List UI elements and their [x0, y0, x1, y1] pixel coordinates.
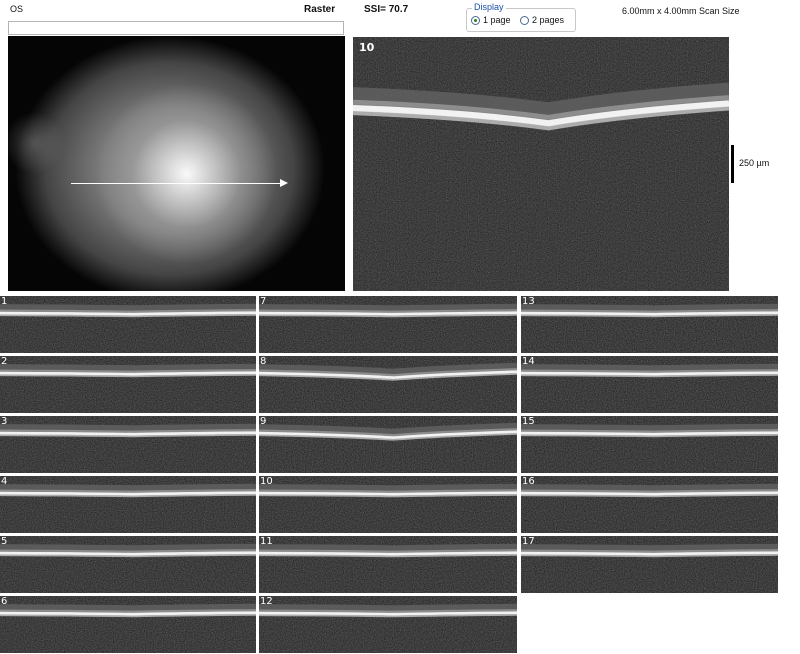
bscan-thumbnail-number: 15 — [522, 416, 535, 427]
bscan-thumbnail[interactable]: 2 — [0, 356, 256, 413]
oct-layers-graphic — [259, 536, 517, 593]
oct-layers-graphic — [521, 356, 778, 413]
bscan-thumbnail[interactable]: 13 — [521, 296, 778, 353]
bscan-thumbnail-number: 4 — [1, 476, 7, 487]
oct-layers-graphic — [0, 416, 256, 473]
bscan-thumbnail-number: 5 — [1, 536, 7, 547]
radio-selected-icon[interactable] — [471, 16, 480, 25]
bscan-thumbnail-number: 10 — [260, 476, 273, 487]
radio-1-page-label: 1 page — [483, 15, 511, 25]
bscan-thumbnail[interactable]: 16 — [521, 476, 778, 533]
scale-label: 250 µm — [739, 158, 769, 168]
scan-direction-arrow-icon — [280, 179, 288, 187]
oct-layers-graphic — [259, 596, 517, 653]
oct-layers-graphic — [521, 296, 778, 353]
bscan-thumbnail-number: 7 — [260, 296, 266, 307]
bscan-thumbnail[interactable]: 9 — [259, 416, 517, 473]
bscan-thumbnail-number: 9 — [260, 416, 266, 427]
oct-layers-graphic — [259, 476, 517, 533]
bscan-thumbnail[interactable]: 17 — [521, 536, 778, 593]
bscan-thumbnail[interactable]: 15 — [521, 416, 778, 473]
oct-layers-graphic — [0, 476, 256, 533]
oct-layers-graphic — [521, 536, 778, 593]
scan-size-label: 6.00mm x 4.00mm Scan Size — [622, 6, 740, 16]
oct-layers-graphic — [521, 416, 778, 473]
oct-layers-graphic — [521, 476, 778, 533]
bscan-thumbnail-number: 2 — [1, 356, 7, 367]
radio-2-pages-label: 2 pages — [532, 15, 564, 25]
bscan-thumbnail[interactable]: 4 — [0, 476, 256, 533]
bscan-thumbnail-number: 16 — [522, 476, 535, 487]
display-options-group: Display 1 page 2 pages — [466, 8, 576, 32]
bscan-thumbnail-number: 17 — [522, 536, 535, 547]
display-legend: Display — [472, 2, 506, 12]
oct-layers-graphic — [0, 596, 256, 653]
bscan-thumbnail-number: 1 — [1, 296, 7, 307]
bscan-thumbnail[interactable]: 11 — [259, 536, 517, 593]
eye-label: OS — [10, 4, 23, 14]
oct-layers-graphic — [0, 536, 256, 593]
radio-1-page[interactable]: 1 page — [471, 15, 511, 25]
oct-layers-graphic — [353, 37, 729, 291]
bscan-number: 10 — [359, 41, 374, 54]
bscan-thumbnail-number: 11 — [260, 536, 273, 547]
bscan-thumbnail[interactable]: 5 — [0, 536, 256, 593]
bscan-thumbnail-number: 12 — [260, 596, 273, 607]
bscan-thumbnail-number: 8 — [260, 356, 266, 367]
oct-layers-graphic — [259, 356, 517, 413]
oct-layers-graphic — [0, 356, 256, 413]
comment-field[interactable] — [8, 21, 344, 35]
scale-bar — [731, 145, 734, 183]
bscan-thumbnail[interactable]: 10 — [259, 476, 517, 533]
radio-2-pages[interactable]: 2 pages — [520, 15, 564, 25]
bscan-thumbnail[interactable]: 1 — [0, 296, 256, 353]
bscan-thumbnail[interactable]: 6 — [0, 596, 256, 653]
bscan-thumbnail-number: 3 — [1, 416, 7, 427]
bscan-thumbnail[interactable]: 3 — [0, 416, 256, 473]
main-bscan-image[interactable]: 10 — [353, 37, 729, 291]
oct-layers-graphic — [259, 296, 517, 353]
scan-line-indicator — [71, 183, 281, 184]
radio-unselected-icon[interactable] — [520, 16, 529, 25]
bscan-thumbnail[interactable]: 12 — [259, 596, 517, 653]
bscan-thumbnail[interactable]: 8 — [259, 356, 517, 413]
bscan-thumbnail-number: 14 — [522, 356, 535, 367]
oct-layers-graphic — [259, 416, 517, 473]
oct-layers-graphic — [0, 296, 256, 353]
bscan-thumbnail-number: 13 — [522, 296, 535, 307]
bscan-thumbnail[interactable]: 7 — [259, 296, 517, 353]
bscan-thumbnail[interactable]: 14 — [521, 356, 778, 413]
scan-type-label: Raster — [304, 4, 335, 15]
ssi-label: SSI= 70.7 — [364, 4, 408, 15]
fundus-image[interactable] — [8, 36, 345, 291]
bscan-thumbnail-number: 6 — [1, 596, 7, 607]
